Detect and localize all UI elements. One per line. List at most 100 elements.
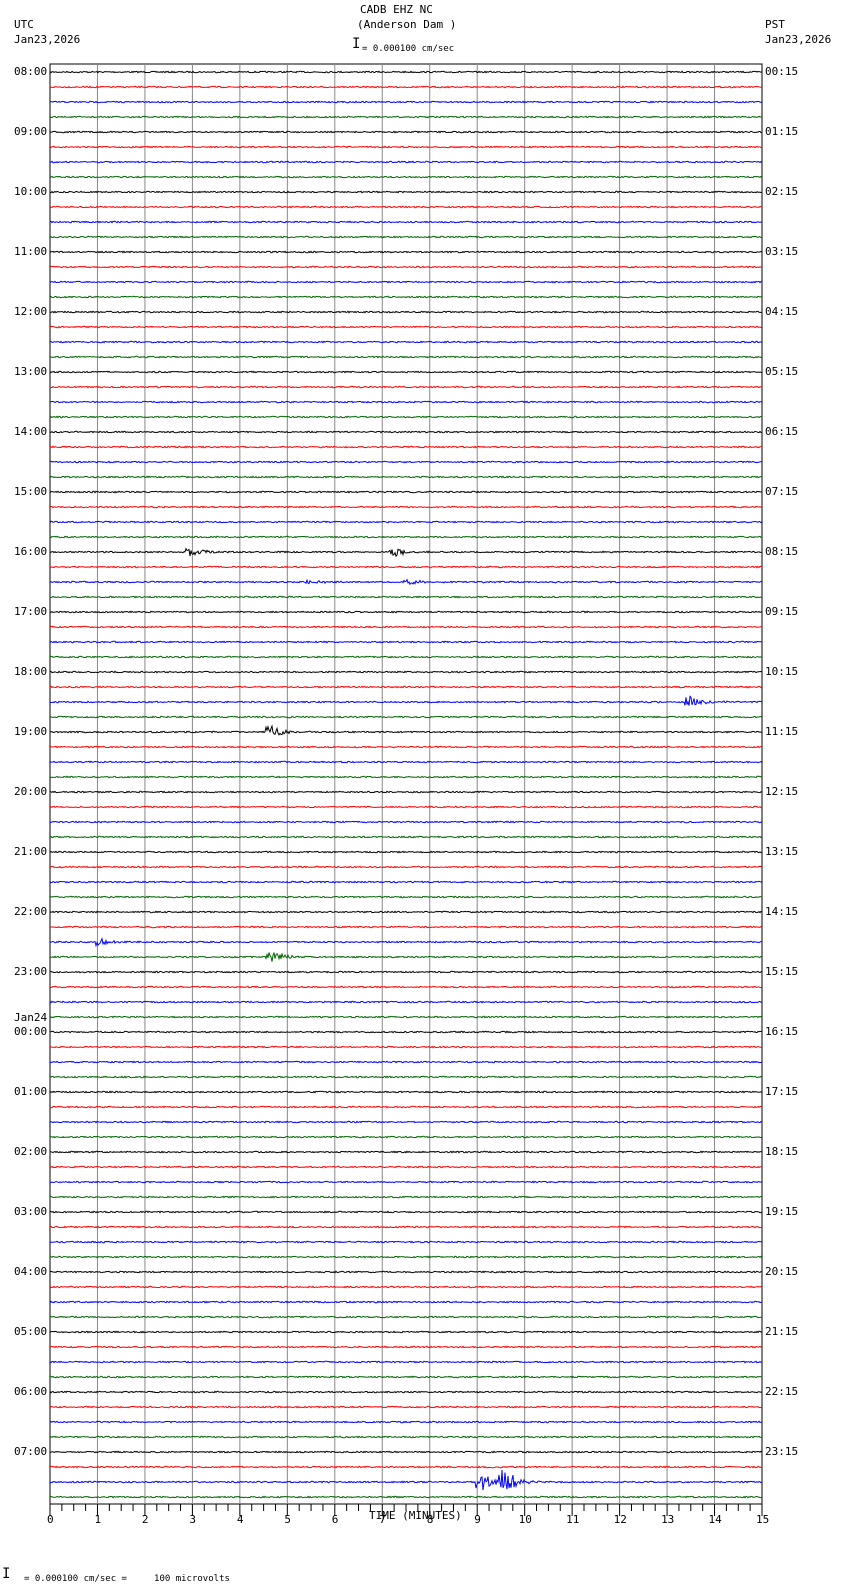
seismic-trace [49, 265, 763, 269]
seismic-trace [49, 1300, 763, 1304]
utc-hour-label: 12:00 [14, 305, 48, 318]
pst-hour-label: 18:15 [765, 1145, 799, 1158]
pst-hour-label: 06:15 [765, 425, 799, 438]
seismic-trace [50, 952, 763, 962]
seismic-trace [49, 190, 762, 194]
x-tick-label: 7 [379, 1513, 386, 1526]
pst-hour-label: 00:15 [765, 65, 799, 78]
seismic-trace [49, 595, 763, 599]
utc-hour-label: 00:00 [14, 1025, 48, 1038]
utc-hour-label: 23:00 [14, 965, 48, 978]
pst-hour-label: 19:15 [765, 1205, 799, 1218]
pst-hour-label: 10:15 [765, 665, 799, 678]
pst-hour-label: 11:15 [765, 725, 799, 738]
pst-hour-label: 08:15 [765, 545, 799, 558]
seismic-trace [49, 1420, 763, 1424]
utc-hour-label: 11:00 [14, 245, 48, 258]
seismic-trace [49, 1180, 763, 1184]
seismic-trace [49, 235, 763, 239]
utc-hour-label: 09:00 [14, 125, 48, 138]
seismic-trace [49, 1330, 763, 1334]
pst-hour-label: 09:15 [765, 605, 799, 618]
seismic-trace [49, 70, 763, 74]
utc-hour-label: 04:00 [14, 1265, 48, 1278]
seismic-trace [49, 1255, 763, 1259]
seismic-trace [49, 937, 763, 948]
seismic-trace [50, 310, 763, 314]
utc-hour-label: 19:00 [14, 725, 48, 738]
pst-hour-label: 07:15 [765, 485, 799, 498]
seismic-trace [49, 340, 763, 344]
utc-hour-label: 15:00 [14, 485, 48, 498]
pst-hour-label: 17:15 [765, 1085, 799, 1098]
seismic-trace [49, 655, 763, 659]
date-change-label: Jan24 [14, 1011, 48, 1024]
seismic-trace [49, 370, 763, 374]
x-tick-label: 1 [94, 1513, 102, 1526]
seismic-trace [49, 1450, 763, 1454]
x-tick-label: 4 [236, 1513, 244, 1526]
seismic-trace [49, 205, 763, 209]
x-tick-label: 10 [518, 1513, 532, 1526]
seismic-trace [49, 1075, 763, 1079]
seismic-trace [49, 430, 763, 434]
pst-hour-label: 15:15 [765, 965, 799, 978]
seismic-trace [49, 578, 763, 586]
pst-hour-label: 03:15 [765, 245, 799, 258]
pst-hour-label: 16:15 [765, 1025, 799, 1038]
seismic-trace [49, 490, 763, 494]
seismic-trace [49, 865, 763, 869]
seismic-trace [49, 1390, 763, 1394]
utc-hour-label: 07:00 [14, 1445, 48, 1458]
seismic-trace [49, 175, 763, 179]
seismic-trace [49, 385, 763, 389]
x-tick-label: 8 [426, 1513, 434, 1526]
seismic-trace [49, 475, 762, 479]
seismogram-plot [49, 63, 763, 1516]
seismic-trace [49, 745, 763, 749]
x-tick-label: 11 [566, 1513, 580, 1526]
seismic-trace [49, 565, 763, 569]
seismic-trace [49, 355, 763, 359]
seismic-trace [49, 695, 763, 706]
seismic-trace [49, 1345, 763, 1349]
seismic-trace [49, 1360, 763, 1364]
seismic-trace [49, 610, 763, 614]
seismic-trace [49, 1135, 763, 1139]
seismic-trace [49, 880, 763, 884]
seismic-trace [49, 685, 763, 689]
seismic-trace [49, 835, 763, 839]
pst-hour-label: 13:15 [765, 845, 799, 858]
utc-hour-label: 18:00 [14, 665, 48, 678]
x-tick-label: 3 [189, 1513, 197, 1526]
utc-hour-label: 20:00 [14, 785, 48, 798]
seismic-trace [49, 1165, 763, 1169]
seismic-trace [49, 925, 763, 929]
seismic-trace [49, 130, 763, 134]
seismic-trace [49, 1285, 763, 1289]
pst-hour-label: 20:15 [765, 1265, 799, 1278]
seismic-trace [49, 775, 763, 779]
seismic-trace [50, 970, 763, 974]
x-tick-label: 13 [661, 1513, 675, 1526]
x-tick-label: 15 [756, 1513, 770, 1526]
pst-hour-label: 14:15 [765, 905, 799, 918]
utc-hour-label: 13:00 [14, 365, 48, 378]
helicorder: CADB EHZ NC (Anderson Dam ) UTC Jan23,20… [0, 0, 850, 1585]
utc-hour-label: 01:00 [14, 1085, 48, 1098]
x-tick-label: 0 [47, 1513, 54, 1526]
seismic-trace [49, 1045, 763, 1049]
utc-hour-label: 17:00 [14, 605, 48, 618]
seismic-trace [50, 820, 763, 824]
seismic-trace [50, 400, 763, 404]
seismic-trace [49, 250, 763, 254]
utc-hour-label: 10:00 [14, 185, 48, 198]
seismic-trace [49, 985, 763, 989]
seismic-trace [50, 1375, 762, 1379]
seismic-trace [49, 1495, 763, 1499]
utc-hour-label: 16:00 [14, 545, 48, 558]
seismic-trace [49, 547, 762, 558]
seismic-trace [49, 85, 763, 89]
seismic-trace [49, 325, 763, 329]
seismic-trace [49, 295, 763, 299]
